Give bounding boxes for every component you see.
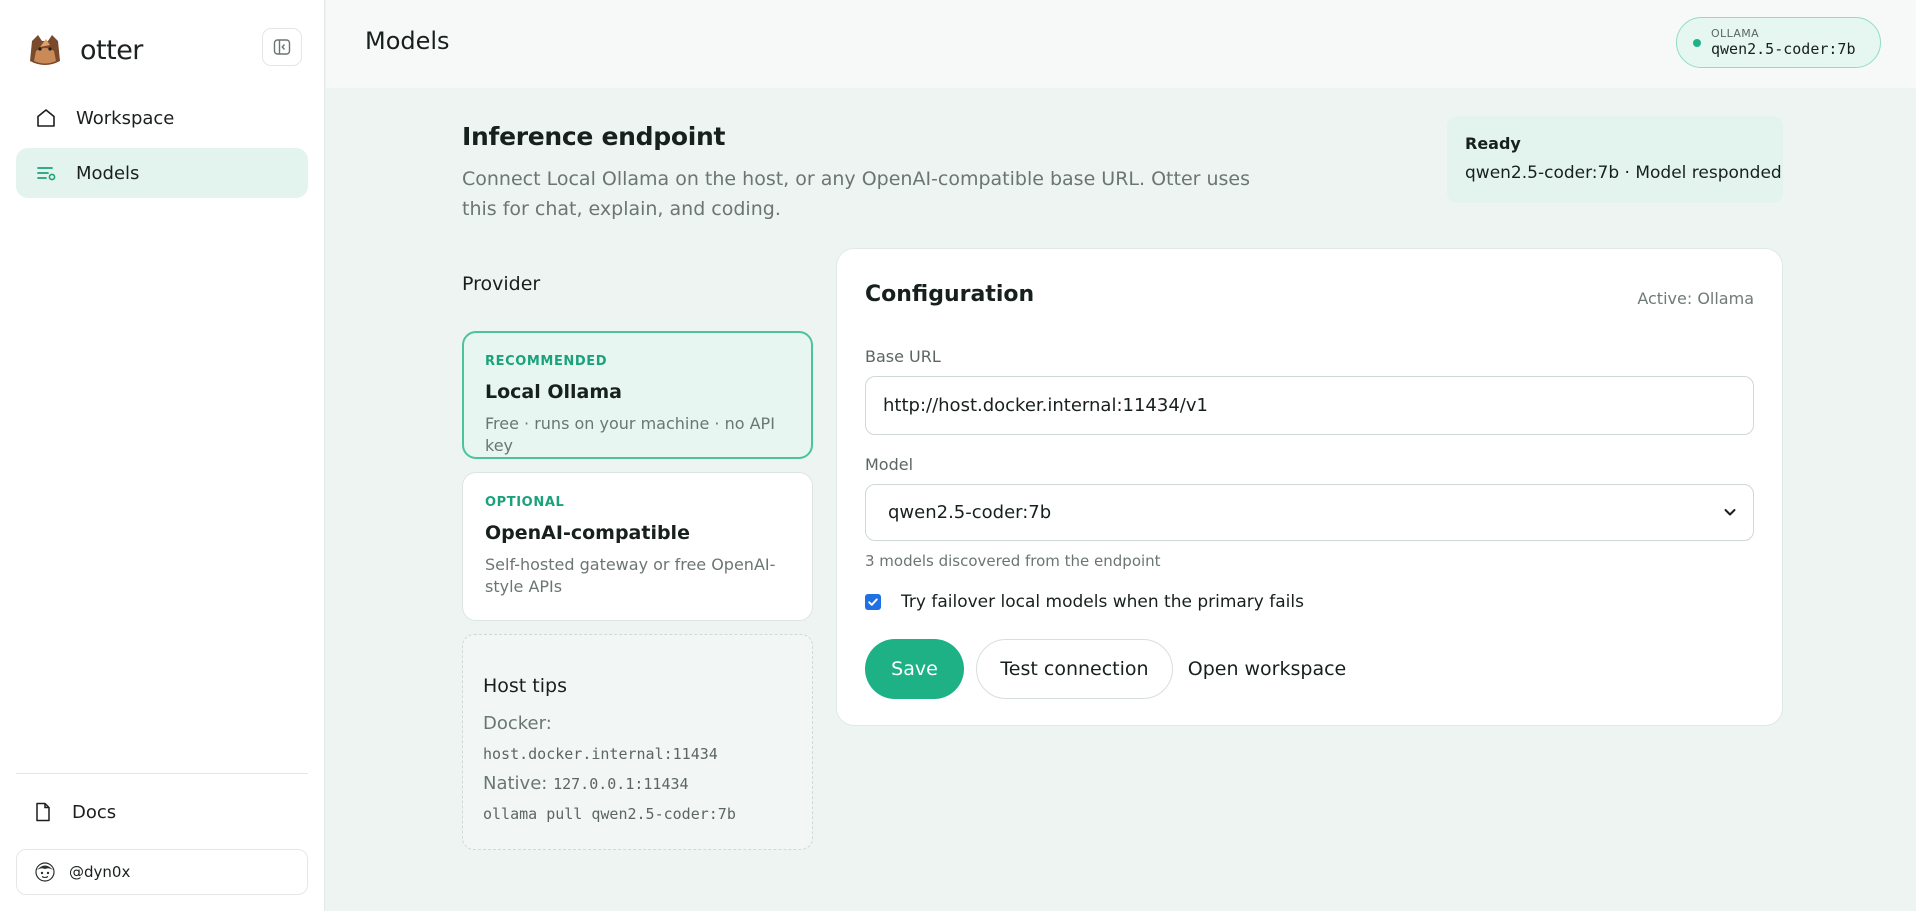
provider-option-local-ollama[interactable]: RECOMMENDED Local Ollama Free · runs on … [462,331,813,459]
provider-name: Local Ollama [485,381,622,403]
tips-native-host: 127.0.0.1:11434 [553,775,689,793]
sidebar-item-models[interactable]: Models [16,148,308,198]
provider-heading: Provider [462,273,541,295]
open-workspace-button[interactable]: Open workspace [1187,639,1347,699]
otter-logo-icon [30,35,60,65]
failover-label: Try failover local models when the prima… [901,592,1304,612]
status-title: Ready [1465,134,1521,153]
save-button[interactable]: Save [865,639,964,699]
models-list-icon [34,161,58,185]
provider-subtitle: Free · runs on your machine · no API key [485,414,775,455]
sidebar: otter Workspace Models Docs @dyn0x [0,0,325,911]
configuration-card: Configuration Active: Ollama Base URL Mo… [836,248,1783,726]
failover-checkbox[interactable] [865,594,881,610]
user-account-chip[interactable]: @dyn0x [16,849,308,895]
test-connection-button[interactable]: Test connection [976,639,1173,699]
config-title: Configuration [865,282,1035,307]
user-handle: @dyn0x [69,863,131,881]
provider-tag: RECOMMENDED [485,354,608,369]
host-tips-card: Host tips Docker: host.docker.internal:1… [462,634,813,850]
top-bar: Models OLLAMA qwen2.5-coder:7b [326,0,1916,88]
avatar [35,862,55,882]
status-dot-icon [1693,38,1701,47]
docs-label: Docs [72,801,117,823]
checkmark-icon [868,598,878,606]
app-name: otter [80,34,143,66]
provider-tag: OPTIONAL [485,495,565,510]
pill-provider: OLLAMA [1711,26,1760,40]
chevron-down-icon [1724,509,1736,516]
sidebar-item-docs[interactable]: Docs [34,797,116,827]
tips-native-label: Native: [483,773,548,794]
sidebar-item-workspace[interactable]: Workspace [16,93,308,143]
sidebar-item-label: Models [76,162,140,184]
model-label: Model [865,455,914,474]
tips-docker-host: host.docker.internal:11434 [483,745,718,763]
model-select[interactable]: qwen2.5-coder:7b [865,484,1754,541]
failover-option: Try failover local models when the prima… [865,592,1304,612]
brand[interactable]: otter [26,30,143,70]
sidebar-collapse-icon [273,39,291,55]
provider-option-openai-compatible[interactable]: OPTIONAL OpenAI-compatible Self-hosted g… [462,472,813,621]
pill-model: qwen2.5-coder:7b [1711,39,1856,58]
collapse-sidebar-button[interactable] [262,28,302,66]
model-select-value: qwen2.5-coder:7b [888,502,1052,523]
active-model-pill[interactable]: OLLAMA qwen2.5-coder:7b [1676,17,1881,68]
base-url-label: Base URL [865,347,941,366]
provider-subtitle: Self-hosted gateway or free OpenAI-style… [485,555,776,596]
tips-docker-label: Docker: [483,713,552,734]
provider-name: OpenAI-compatible [485,522,690,544]
active-provider-label: Active: Ollama [1637,289,1754,308]
document-icon [36,802,50,822]
section-title: Inference endpoint [462,122,726,151]
tips-title: Host tips [483,675,567,697]
sidebar-item-label: Workspace [76,107,175,129]
page-title: Models [365,27,450,55]
status-detail: qwen2.5-coder:7b · Model responded [1465,163,1782,183]
models-discovered-text: 3 models discovered from the endpoint [865,552,1161,570]
base-url-input[interactable] [865,376,1754,435]
sidebar-divider [16,773,308,774]
connection-status-box: Ready qwen2.5-coder:7b · Model responded [1447,116,1783,203]
tips-pull-command: ollama pull qwen2.5-coder:7b [483,805,736,823]
section-description: Connect Local Ollama on the host, or any… [462,168,1251,220]
home-icon [34,106,58,130]
